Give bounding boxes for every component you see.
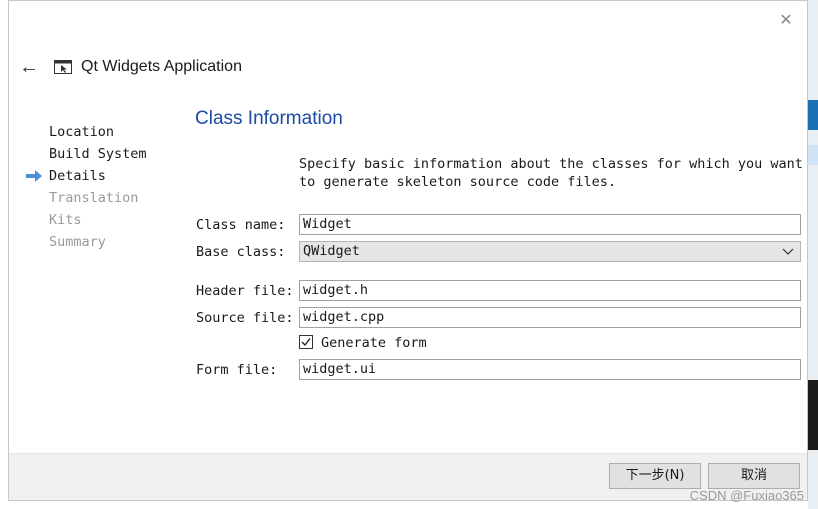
base-class-label: Base class: [196,244,286,260]
form-file-label: Form file: [196,362,278,378]
generate-form-checkbox[interactable] [299,335,313,349]
next-button[interactable]: 下一步(N) [609,463,701,489]
checkmark-icon [301,338,311,347]
wizard-title: Qt Widgets Application [81,58,242,75]
application-window-icon [54,60,72,74]
step-summary: Summary [49,231,179,253]
background-block [808,145,818,165]
step-translation: Translation [49,187,179,209]
class-name-label: Class name: [196,217,286,233]
wizard-steps: Location Build System Details Translatio… [26,121,179,253]
background-block [808,380,818,450]
step-label: Summary [49,234,106,250]
cancel-button[interactable]: 取消 [708,463,800,489]
step-label: Details [49,168,106,184]
current-step-arrow-icon [26,170,42,182]
header-file-label: Header file: [196,283,294,299]
chevron-down-icon [782,248,794,255]
page-description: Specify basic information about the clas… [299,156,803,190]
step-label: Build System [49,146,147,162]
wizard-footer: 下一步(N) 取消 [9,453,807,500]
back-arrow-icon[interactable]: ← [18,57,40,77]
page-title: Class Information [195,108,343,129]
source-file-label: Source file: [196,310,294,326]
step-label: Kits [49,212,82,228]
generate-form-label: Generate form [321,335,427,351]
background-desktop [808,0,818,509]
step-kits: Kits [49,209,179,231]
base-class-select[interactable]: QWidget [299,241,801,262]
new-project-wizard-dialog: ✕ ← Qt Widgets Application Location Buil… [8,0,808,501]
watermark-text: CSDN @Fuxiao365 [689,488,804,503]
wizard-header: ← Qt Widgets Application [9,53,807,83]
source-file-input[interactable]: widget.cpp [299,307,801,328]
close-button[interactable]: ✕ [777,11,795,29]
step-location: Location [49,121,179,143]
class-name-input[interactable]: Widget [299,214,801,235]
step-label: Location [49,124,115,140]
form-file-input[interactable]: widget.ui [299,359,801,380]
step-label: Translation [49,190,139,206]
step-details: Details [26,165,179,187]
step-build-system: Build System [49,143,179,165]
header-file-input[interactable]: widget.h [299,280,801,301]
base-class-value: QWidget [303,243,360,259]
background-block [808,100,818,130]
